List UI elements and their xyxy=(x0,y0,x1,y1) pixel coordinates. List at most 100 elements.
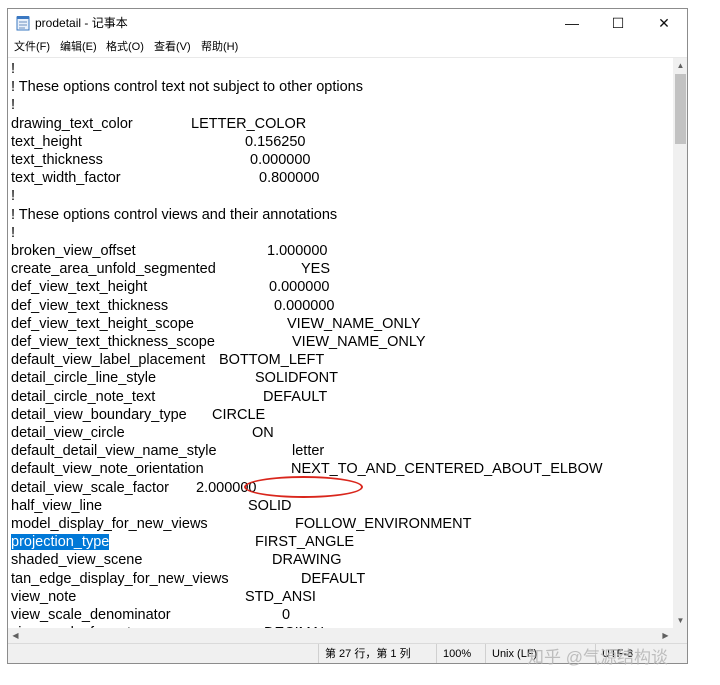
line-key: detail_view_circle xyxy=(11,425,125,441)
text-line: ! These options control views and their … xyxy=(11,206,337,224)
text-line: def_view_text_thickness 0.000000 xyxy=(11,297,334,315)
text-line: def_view_text_height 0.000000 xyxy=(11,278,329,296)
line-value: ON xyxy=(252,425,274,441)
text-line: model_display_for_new_views FOLLOW_ENVIRO… xyxy=(11,515,471,533)
line-value: 2.000000 xyxy=(196,479,257,496)
line-value: VIEW_NAME_ONLY xyxy=(292,334,426,350)
menu-edit[interactable]: 编辑(E) xyxy=(58,39,99,55)
text-editor[interactable]: !! These options control text not subjec… xyxy=(8,58,673,628)
close-button[interactable]: ✕ xyxy=(641,9,687,37)
scroll-up-icon[interactable]: ▲ xyxy=(673,58,687,73)
maximize-icon: ☐ xyxy=(611,14,625,31)
text-line: view_note STD_ANSI xyxy=(11,588,316,606)
minimize-button[interactable]: — xyxy=(549,9,595,37)
text-line: text_thickness 0.000000 xyxy=(11,151,310,169)
line-key: ! xyxy=(11,188,16,205)
line-key: text_height xyxy=(11,133,82,150)
text-line: broken_view_offset 1.000000 xyxy=(11,242,327,260)
line-value: CIRCLE xyxy=(212,406,266,423)
maximize-button[interactable]: ☐ xyxy=(595,9,641,37)
vertical-scroll-thumb[interactable] xyxy=(675,74,686,144)
text-line: ! xyxy=(11,60,15,78)
text-line: text_width_factor 0.800000 xyxy=(11,169,319,187)
line-value: YES xyxy=(301,261,331,278)
line-value: letter xyxy=(292,443,325,460)
text-line: ! xyxy=(11,96,15,114)
scroll-down-icon[interactable]: ▼ xyxy=(673,613,687,628)
line-key: model_display_for_new_views xyxy=(11,516,208,532)
text-line: view_scale_denominator 0 xyxy=(11,606,290,624)
line-key: def_view_text_thickness xyxy=(11,297,169,314)
text-line: ! xyxy=(11,187,15,205)
line-value: 0 xyxy=(282,607,291,623)
line-key: default_view_label_placement xyxy=(11,352,206,369)
selected-text: projection_type xyxy=(11,534,110,551)
scrollbar-corner xyxy=(673,628,687,643)
line-key: detail_view_scale_factor xyxy=(11,479,169,496)
menu-format[interactable]: 格式(O) xyxy=(104,39,146,55)
line-value: 0.000000 xyxy=(250,152,311,168)
scroll-left-icon[interactable]: ◀ xyxy=(8,628,23,643)
text-line: default_view_label_placement BOTTOM_LEFT xyxy=(11,351,324,369)
line-value: BOTTOM_LEFT xyxy=(219,352,325,369)
line-key: def_view_text_height_scope xyxy=(11,315,194,332)
line-value: VIEW_NAME_ONLY xyxy=(287,315,421,332)
line-value: 0.000000 xyxy=(269,279,330,296)
text-line: detail_circle_line_style SOLIDFONT xyxy=(11,369,338,387)
line-key: create_area_unfold_segmented xyxy=(11,261,216,278)
minimize-icon: — xyxy=(565,15,579,31)
line-key: def_view_text_thickness_scope xyxy=(11,334,215,350)
line-value: 0.800000 xyxy=(259,170,320,187)
line-key: detail_circle_note_text xyxy=(11,388,156,405)
horizontal-scrollbar[interactable]: ◀ ▶ xyxy=(8,628,673,643)
line-value: SOLIDFONT xyxy=(255,370,338,387)
line-key: ! xyxy=(11,61,16,77)
line-value: STD_ANSI xyxy=(245,588,316,605)
line-key: def_view_text_height xyxy=(11,279,148,296)
window-title: prodetail - 记事本 xyxy=(35,16,128,30)
status-zoom: 100% xyxy=(436,644,485,663)
line-key: view_scale_denominator xyxy=(11,607,171,623)
text-line: ! These options control text not subject… xyxy=(11,78,363,96)
line-key: shaded_view_scene xyxy=(11,552,143,569)
line-value: NEXT_TO_AND_CENTERED_ABOUT_ELBOW xyxy=(291,461,603,478)
text-line: default_view_note_orientation NEXT_TO_AND… xyxy=(11,460,603,478)
text-line: drawing_text_color LETTER_COLOR xyxy=(11,115,306,133)
notepad-icon xyxy=(16,16,30,31)
line-key: ! These options control text not subject… xyxy=(11,79,363,96)
line-key: ! xyxy=(11,224,16,241)
text-line: detail_circle_note_text DEFAULT xyxy=(11,388,327,406)
line-value: DEFAULT xyxy=(301,570,366,587)
line-key: broken_view_offset xyxy=(11,243,136,259)
menu-help[interactable]: 帮助(H) xyxy=(199,39,240,55)
scroll-right-icon[interactable]: ▶ xyxy=(658,628,673,643)
line-key: tan_edge_display_for_new_views xyxy=(11,570,229,587)
text-line: detail_view_scale_factor 2.000000 xyxy=(11,479,256,497)
menu-file[interactable]: 文件(F) xyxy=(12,39,52,55)
text-line: half_view_line SOLID xyxy=(11,497,292,515)
text-line: create_area_unfold_segmented YES xyxy=(11,260,330,278)
line-key: view_note xyxy=(11,588,77,605)
menu-view[interactable]: 查看(V) xyxy=(152,39,193,55)
menu-bar: 文件(F) 编辑(E) 格式(O) 查看(V) 帮助(H) xyxy=(8,37,687,58)
line-value: 1.000000 xyxy=(267,243,328,259)
title-bar[interactable]: prodetail - 记事本 — ☐ ✕ xyxy=(8,9,687,37)
text-line: default_detail_view_name_style letter xyxy=(11,442,324,460)
line-key: ! These options control views and their … xyxy=(11,206,338,223)
line-value: LETTER_COLOR xyxy=(191,115,307,132)
notepad-window: prodetail - 记事本 — ☐ ✕ 文件(F) 编辑(E) 格式(O) … xyxy=(7,8,688,664)
line-key: text_thickness xyxy=(11,152,103,168)
status-position: 第 27 行，第 1 列 xyxy=(318,644,443,663)
text-line: tan_edge_display_for_new_views DEFAULT xyxy=(11,570,365,588)
line-key: half_view_line xyxy=(11,497,103,514)
text-line: detail_view_boundary_type CIRCLE xyxy=(11,406,265,424)
line-value: 0.000000 xyxy=(274,297,335,314)
text-line: detail_view_circle ON xyxy=(11,424,274,442)
line-key: detail_view_boundary_type xyxy=(11,406,187,423)
text-line: shaded_view_scene DRAWING xyxy=(11,551,342,569)
line-value: FOLLOW_ENVIRONMENT xyxy=(295,516,472,532)
line-key: drawing_text_color xyxy=(11,115,133,132)
line-key: ! xyxy=(11,97,16,114)
vertical-scrollbar[interactable]: ▲ ▼ xyxy=(673,58,687,628)
line-value: 0.156250 xyxy=(245,133,306,150)
